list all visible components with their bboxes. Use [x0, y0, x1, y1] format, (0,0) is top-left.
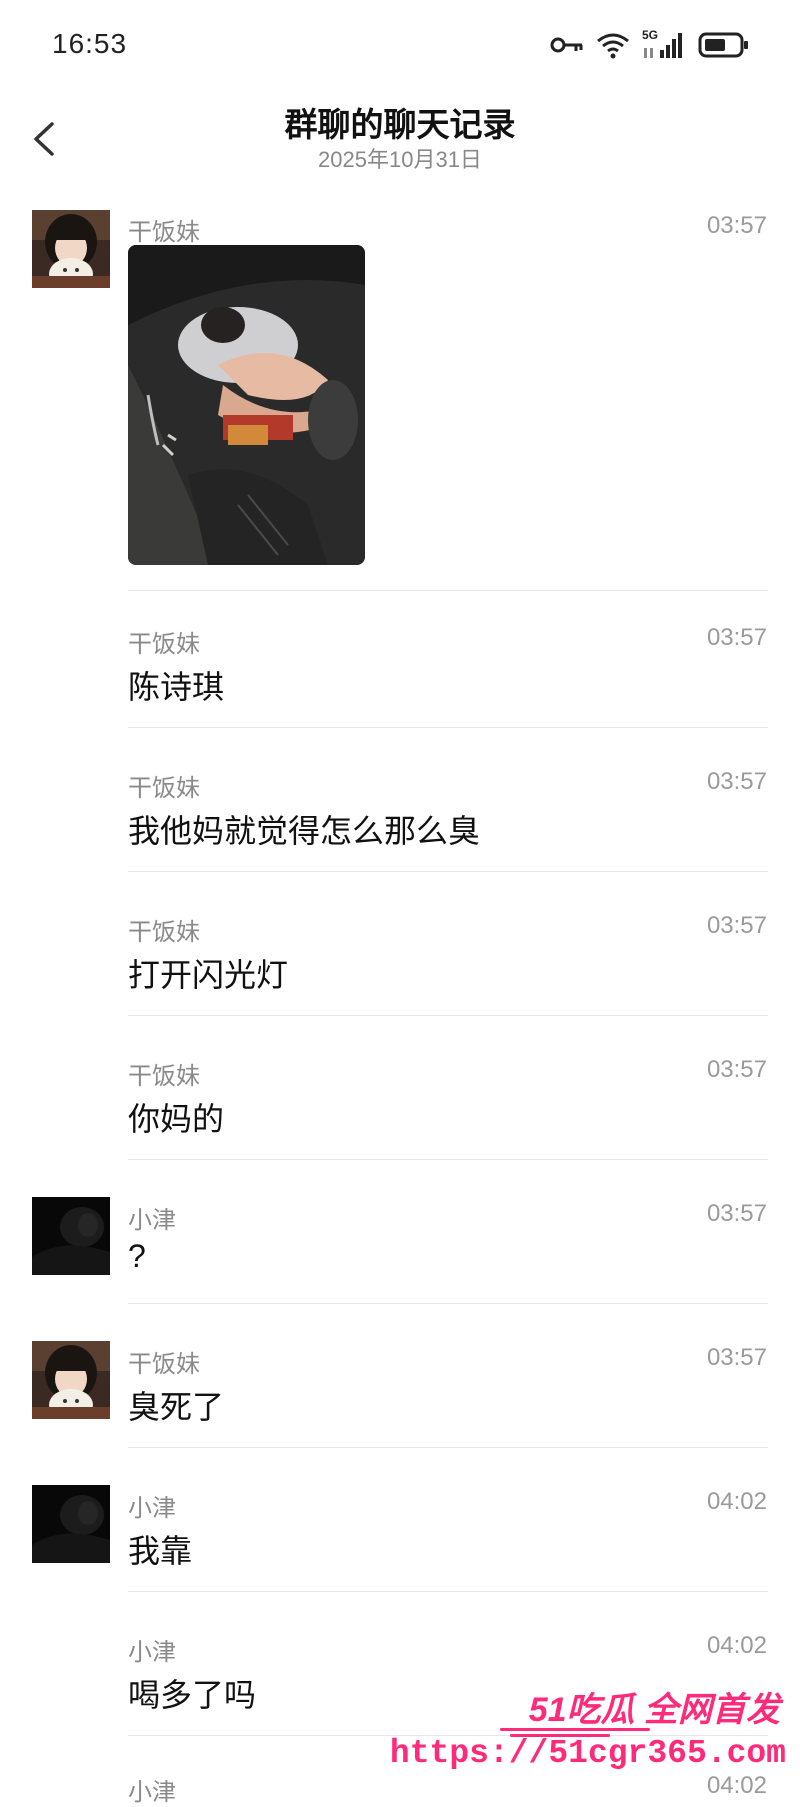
sender-name: 小津	[128, 1207, 176, 1234]
avatar[interactable]	[32, 1485, 110, 1563]
message-text: 我靠	[128, 1533, 193, 1569]
sender-name: 小津	[128, 1495, 176, 1522]
status-icons: 5G	[550, 28, 750, 62]
message-time: 03:57	[706, 212, 767, 239]
message-time: 03:57	[706, 1200, 767, 1227]
status-bar: 16:53 5G	[0, 0, 800, 90]
message-time: 03:57	[706, 768, 767, 795]
battery-icon	[698, 31, 750, 59]
watermark-brand: 51吃瓜 全网首发	[528, 1691, 780, 1729]
divider	[128, 1015, 768, 1016]
watermark-url: https://51cgr365.com	[389, 1735, 786, 1772]
wifi-icon	[596, 31, 630, 59]
message-time: 03:57	[706, 624, 767, 651]
avatar[interactable]	[32, 210, 110, 288]
signal-5g-icon: 5G	[642, 28, 686, 60]
message-text: 陈诗琪	[128, 669, 225, 705]
divider	[128, 1303, 768, 1304]
message-time: 03:57	[706, 912, 767, 939]
message-text: 我他妈就觉得怎么那么臭	[128, 813, 481, 849]
watermark: 51吃瓜 全网首发 https://51cgr365.com	[390, 1680, 800, 1787]
divider	[128, 1447, 768, 1448]
sender-name: 小津	[128, 1639, 176, 1666]
sender-name: 干饭妹	[128, 1351, 200, 1378]
divider	[128, 727, 768, 728]
message-time: 03:57	[706, 1344, 767, 1371]
message-time: 04:02	[706, 1632, 767, 1659]
divider	[128, 871, 768, 872]
message-time: 04:02	[706, 1488, 767, 1515]
divider	[128, 1591, 768, 1592]
key-icon	[550, 35, 584, 55]
avatar[interactable]	[32, 1341, 110, 1419]
page-date: 2025年10月31日	[318, 147, 482, 172]
sender-name: 干饭妹	[128, 219, 200, 246]
message-text: ?	[128, 1238, 146, 1274]
message-time: 03:57	[706, 1056, 767, 1083]
message-text: 喝多了吗	[128, 1677, 257, 1713]
title-bar: 群聊的聊天记录 2025年10月31日	[0, 90, 800, 190]
status-time: 16:53	[52, 28, 128, 59]
message-text: 臭死了	[128, 1389, 225, 1425]
message-text: 你妈的	[128, 1101, 225, 1137]
sender-name: 小津	[128, 1779, 176, 1806]
page-title: 群聊的聊天记录	[284, 106, 516, 143]
sender-name: 干饭妹	[128, 1063, 200, 1090]
divider	[128, 590, 768, 591]
avatar[interactable]	[32, 1197, 110, 1275]
sender-name: 干饭妹	[128, 919, 200, 946]
message-text: 打开闪光灯	[128, 957, 289, 993]
sender-name: 干饭妹	[128, 775, 200, 802]
message-photo[interactable]	[128, 245, 365, 565]
divider	[128, 1159, 768, 1160]
sender-name: 干饭妹	[128, 631, 200, 658]
